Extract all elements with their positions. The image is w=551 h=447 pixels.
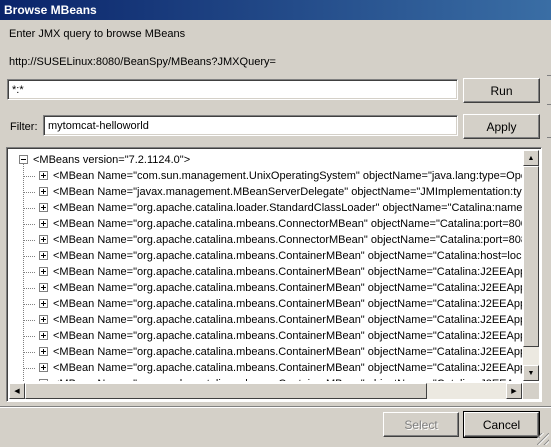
expand-icon[interactable] — [39, 379, 48, 381]
cancel-button-label: Cancel — [482, 417, 521, 432]
expand-icon[interactable] — [39, 203, 48, 212]
tree-node-label: <MBean Name="org.apache.catalina.mbeans.… — [53, 234, 522, 246]
tree-guide-line — [24, 304, 36, 305]
edge-divider — [547, 75, 551, 76]
title-bar: Browse MBeans — [0, 0, 551, 20]
tree-node-label: <MBean Name="org.apache.catalina.mbeans.… — [53, 266, 522, 278]
select-button-label: Select — [404, 417, 438, 432]
cancel-button[interactable]: Cancel — [463, 411, 540, 438]
tree-guide-line — [24, 320, 36, 321]
apply-button-label: Apply — [486, 119, 517, 134]
mbean-tree-viewport: <MBeans version="7.2.1124.0"> <MBean Nam… — [9, 150, 522, 381]
expand-icon[interactable] — [39, 299, 48, 308]
expand-icon[interactable] — [39, 235, 48, 244]
tree-guide-line — [24, 192, 36, 193]
scroll-up-icon[interactable]: ▲ — [523, 150, 539, 166]
tree-node-label: <MBean Name="org.apache.catalina.mbeans.… — [53, 282, 522, 294]
run-button-label: Run — [490, 83, 513, 98]
filter-field-frame — [43, 115, 458, 136]
tree-node-label: <MBean Name="org.apache.catalina.mbeans.… — [53, 362, 522, 374]
tree-guide-line — [24, 176, 36, 177]
tree-node-label: <MBean Name="com.sun.management.UnixOper… — [53, 170, 522, 182]
expand-icon[interactable] — [39, 331, 48, 340]
tree-guide-line — [24, 208, 36, 209]
scroll-left-icon[interactable]: ◀ — [9, 383, 25, 399]
collapse-icon[interactable] — [19, 155, 28, 164]
tree-guide-line — [24, 272, 36, 273]
edge-divider — [547, 104, 551, 105]
resize-grip-icon[interactable] — [537, 433, 549, 445]
tree-guide-line — [24, 256, 36, 257]
expand-icon[interactable] — [39, 171, 48, 180]
vertical-scroll-thumb[interactable] — [523, 166, 539, 347]
tree-node-label: <MBean Name="org.apache.catalina.mbeans.… — [53, 298, 522, 310]
expand-icon[interactable] — [39, 283, 48, 292]
tree-node-label: <MBean Name="org.apache.catalina.mbeans.… — [53, 376, 522, 381]
run-button[interactable]: Run — [463, 78, 540, 103]
tree-node-label: <MBean Name="javax.management.MBeanServe… — [53, 186, 522, 198]
tree-guide-line — [24, 352, 36, 353]
tree-guide-line — [24, 368, 36, 369]
apply-button[interactable]: Apply — [463, 114, 540, 139]
mbean-tree[interactable]: <MBeans version="7.2.1124.0"> <MBean Nam… — [6, 147, 542, 402]
edge-divider — [547, 137, 551, 138]
select-button[interactable]: Select — [383, 412, 459, 437]
tree-node-label: <MBean Name="org.apache.catalina.mbeans.… — [53, 218, 522, 230]
filter-label: Filter: — [10, 121, 38, 133]
tree-guide-line — [24, 336, 36, 337]
tree-node-label: <MBean Name="org.apache.catalina.loader.… — [53, 202, 522, 214]
query-url: http://SUSELinux:8080/BeanSpy/MBeans?JMX… — [9, 56, 276, 68]
tree-root-label: <MBeans version="7.2.1124.0"> — [33, 154, 191, 166]
query-prompt: Enter JMX query to browse MBeans — [9, 28, 186, 40]
expand-icon[interactable] — [39, 347, 48, 356]
tree-node-label: <MBean Name="org.apache.catalina.mbeans.… — [53, 314, 522, 326]
filter-input[interactable] — [46, 117, 455, 134]
expand-icon[interactable] — [39, 363, 48, 372]
horizontal-scrollbar[interactable]: ◀ ▶ — [9, 383, 522, 399]
expand-icon[interactable] — [39, 267, 48, 276]
horizontal-scroll-thumb[interactable] — [25, 383, 427, 399]
footer-separator — [0, 406, 551, 408]
expand-icon[interactable] — [39, 315, 48, 324]
tree-guide-line — [24, 224, 36, 225]
tree-node-label: <MBean Name="org.apache.catalina.mbeans.… — [53, 330, 522, 342]
vertical-scrollbar[interactable]: ▲ ▼ — [523, 150, 539, 381]
expand-icon[interactable] — [39, 219, 48, 228]
tree-node-label: <MBean Name="org.apache.catalina.mbeans.… — [53, 250, 522, 262]
window-title: Browse MBeans — [4, 3, 97, 17]
scrollbar-corner — [523, 383, 539, 399]
expand-icon[interactable] — [39, 251, 48, 260]
query-input[interactable] — [10, 81, 455, 98]
query-field-frame — [7, 79, 458, 100]
tree-guide-line — [24, 240, 36, 241]
scroll-right-icon[interactable]: ▶ — [506, 383, 522, 399]
expand-icon[interactable] — [39, 187, 48, 196]
tree-node-label: <MBean Name="org.apache.catalina.mbeans.… — [53, 346, 522, 358]
scroll-down-icon[interactable]: ▼ — [523, 365, 539, 381]
tree-guide-line — [24, 288, 36, 289]
